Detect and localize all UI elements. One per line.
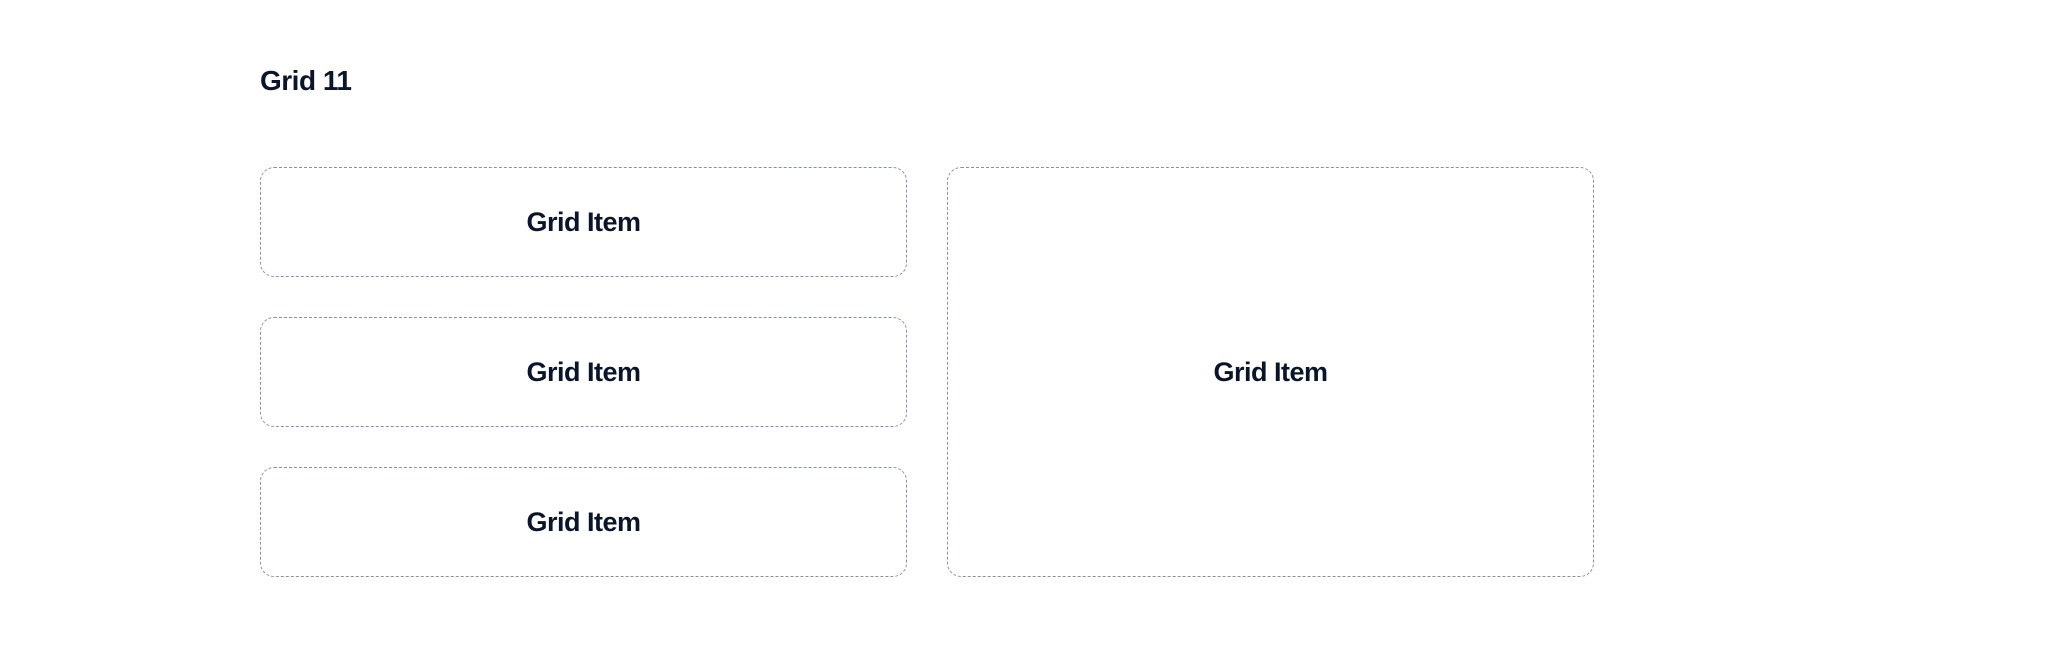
grid-item-large: Grid Item bbox=[947, 167, 1594, 577]
grid-item-label: Grid Item bbox=[1213, 357, 1327, 388]
grid-item: Grid Item bbox=[260, 167, 907, 277]
grid-item: Grid Item bbox=[260, 317, 907, 427]
grid-heading: Grid 11 bbox=[260, 65, 1594, 97]
grid-item: Grid Item bbox=[260, 467, 907, 577]
grid-item-label: Grid Item bbox=[526, 357, 640, 388]
grid-item-label: Grid Item bbox=[526, 507, 640, 538]
grid-demo-container: Grid 11 Grid Item Grid Item Grid Item Gr… bbox=[260, 65, 1594, 577]
grid-layout: Grid Item Grid Item Grid Item Grid Item bbox=[260, 167, 1594, 577]
grid-item-label: Grid Item bbox=[526, 207, 640, 238]
